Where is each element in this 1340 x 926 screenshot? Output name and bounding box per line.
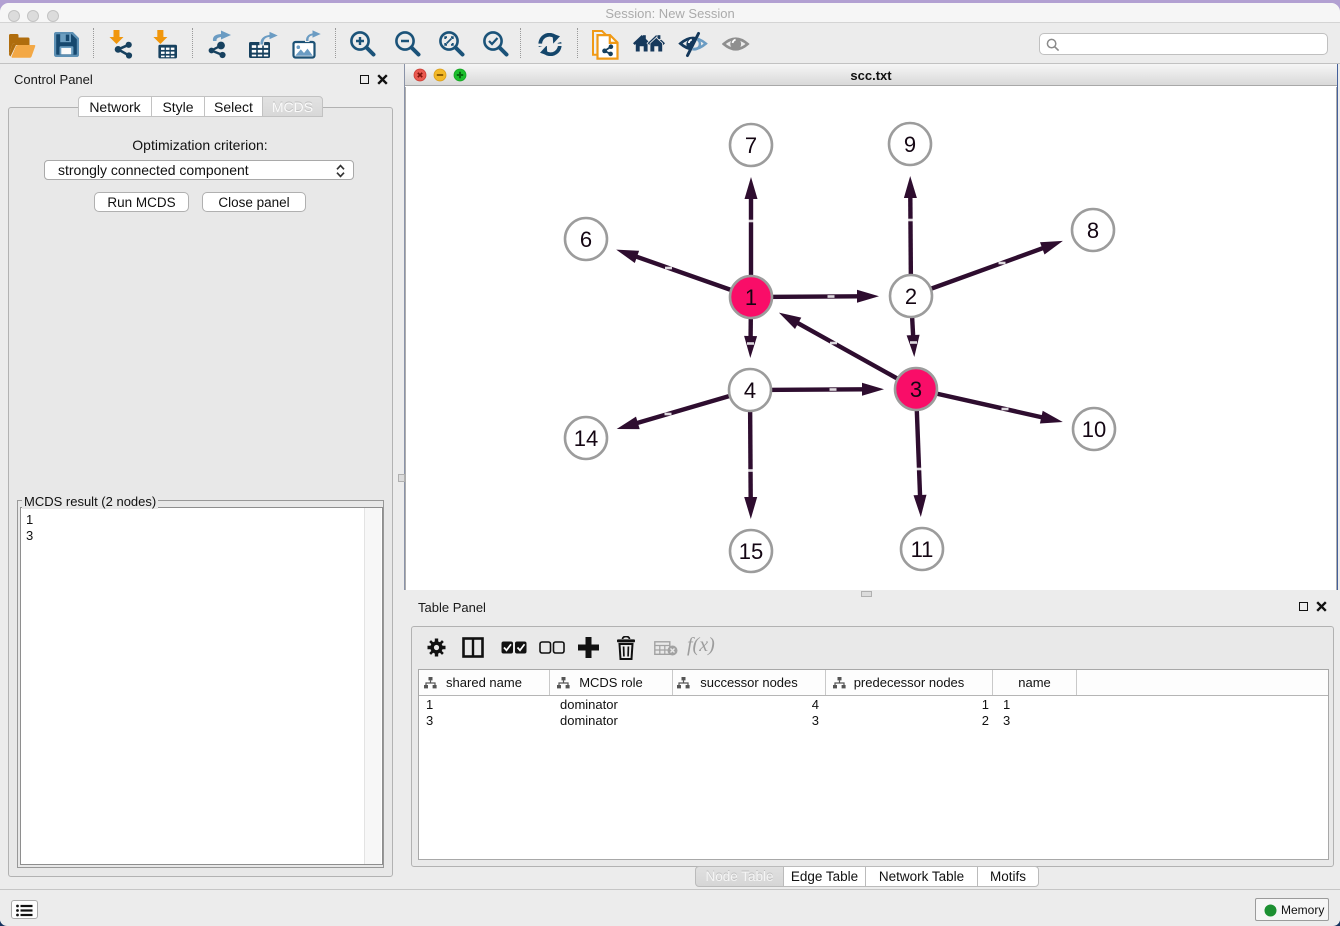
svg-text:6: 6 [580, 227, 592, 252]
svg-text:11: 11 [911, 537, 934, 562]
svg-text:14: 14 [574, 426, 598, 451]
svg-text:4: 4 [744, 378, 756, 403]
svg-text:7: 7 [745, 133, 757, 158]
svg-text:8: 8 [1087, 218, 1099, 243]
svg-text:15: 15 [739, 539, 763, 564]
svg-text:9: 9 [904, 132, 916, 157]
svg-text:1: 1 [745, 285, 757, 310]
svg-text:2: 2 [905, 284, 917, 309]
svg-text:10: 10 [1082, 417, 1106, 442]
svg-text:3: 3 [910, 377, 922, 402]
